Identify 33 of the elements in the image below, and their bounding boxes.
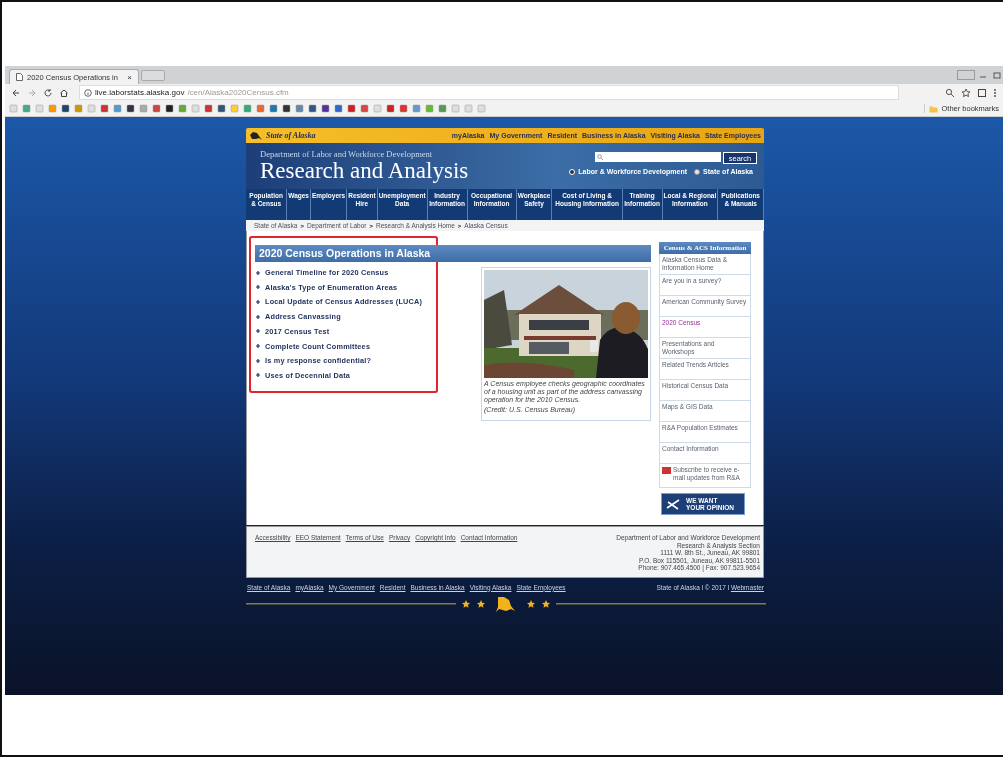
reload-icon[interactable] bbox=[43, 87, 53, 98]
extension-icon[interactable] bbox=[977, 87, 987, 98]
zoom-icon[interactable] bbox=[945, 87, 955, 98]
bullet-icon[interactable] bbox=[256, 285, 260, 290]
bullet-icon[interactable] bbox=[256, 358, 260, 363]
page-icon[interactable] bbox=[16, 73, 23, 81]
url-host: live.laborstats.alaska.gov bbox=[95, 88, 185, 97]
close-icon[interactable]: × bbox=[127, 72, 132, 82]
separator-bar bbox=[727, 584, 729, 590]
url-path: /cen/Alaska2020Census.cfm bbox=[187, 88, 289, 97]
maximize-icon[interactable] bbox=[991, 71, 1003, 80]
search-field[interactable] bbox=[595, 152, 721, 162]
bullet-icon[interactable] bbox=[256, 299, 260, 304]
radio-button[interactable] bbox=[694, 168, 701, 175]
site-title: Research and Analysis bbox=[260, 159, 469, 183]
bullet-icon[interactable] bbox=[256, 329, 260, 334]
menu-icon[interactable] bbox=[993, 87, 997, 98]
back-icon[interactable] bbox=[11, 87, 21, 98]
bullet-icon[interactable] bbox=[256, 270, 260, 275]
logo-text: State of Alaska bbox=[266, 131, 316, 140]
search-icon[interactable] bbox=[597, 154, 603, 160]
star-icon[interactable] bbox=[961, 87, 971, 98]
separator-bar bbox=[701, 584, 703, 590]
department-name: Department of Labor and Workforce Development bbox=[260, 149, 434, 159]
section-heading: 2020 Census Operations in Alaska bbox=[259, 246, 431, 261]
bullet-icon[interactable] bbox=[256, 373, 260, 378]
bullet-icon[interactable] bbox=[256, 314, 260, 319]
state-logo[interactable]: State of Alaska bbox=[249, 130, 316, 141]
bullet-icon[interactable] bbox=[256, 344, 260, 349]
address-field[interactable]: live.laborstats.alaska.gov /cen/Alaska2020Census.cfm bbox=[79, 85, 899, 100]
star-divider-drawing[interactable] bbox=[246, 595, 766, 614]
info-icon[interactable] bbox=[84, 88, 92, 97]
home-icon[interactable] bbox=[59, 87, 69, 98]
